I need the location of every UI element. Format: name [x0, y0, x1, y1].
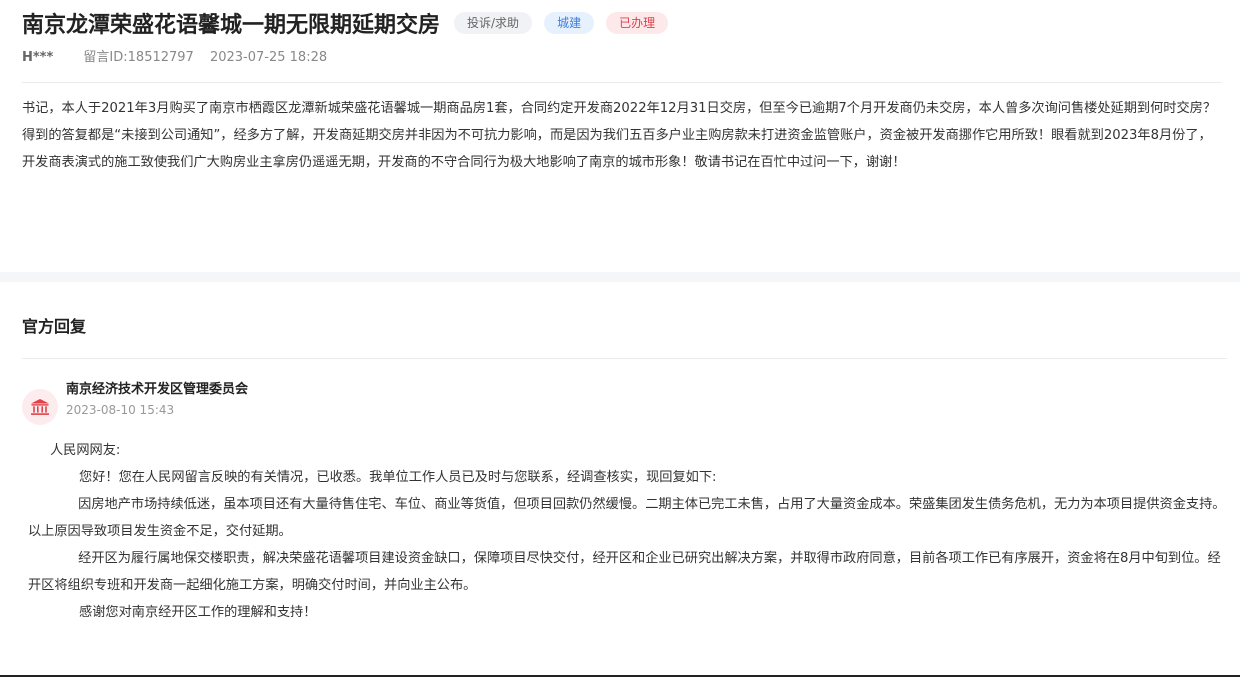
- message-post: 南京龙潭荣盛花语馨城一期无限期延期交房 投诉/求助 城建 已办理 H*** 留言…: [0, 0, 1240, 176]
- reply-paragraph: 因房地产市场持续低迷，虽本项目还有大量待售住宅、车位、商业等货值，但项目回款仍然…: [28, 497, 1226, 539]
- responder: 南京经济技术开发区管理委员会 2023-08-10 15:43: [22, 381, 1227, 425]
- reply-heading: 官方回复: [22, 317, 87, 336]
- message-body: 书记，本人于2021年3月购买了南京市栖霞区龙潭新城荣盛花语馨城一期商品房1套，…: [22, 101, 1217, 170]
- reply-paragraph: 您好！您在人民网留言反映的有关情况，已收悉。我单位工作人员已及时与您联系，经调查…: [79, 470, 717, 485]
- official-reply: 官方回复 南京经济技术开发区管理委员会 2023-08-10 15:43 人民网…: [22, 282, 1227, 626]
- title-row: 南京龙潭荣盛花语馨城一期无限期延期交房 投诉/求助 城建 已办理: [22, 8, 1222, 38]
- reply-date: 2023-08-10 15:43: [66, 403, 175, 417]
- message-page: 南京龙潭荣盛花语馨城一期无限期延期交房 投诉/求助 城建 已办理 H*** 留言…: [0, 0, 1240, 677]
- reply-body: 人民网网友: 您好！您在人民网留言反映的有关情况，已收悉。我单位工作人员已及时与…: [28, 437, 1228, 626]
- status-badge: 已办理: [606, 12, 669, 34]
- responder-info: 南京经济技术开发区管理委员会 2023-08-10 15:43: [66, 381, 248, 425]
- government-building-icon: [22, 389, 58, 425]
- author-name: H***: [22, 50, 54, 65]
- section-separator: [0, 272, 1240, 282]
- post-meta: H*** 留言ID:18512797 2023-07-25 18:28: [22, 48, 1222, 68]
- responder-name: 南京经济技术开发区管理委员会: [66, 382, 249, 397]
- reply-paragraph: 感谢您对南京经开区工作的理解和支持！: [79, 605, 317, 620]
- reply-greeting: 人民网网友:: [50, 443, 121, 458]
- reply-paragraph: 经开区为履行属地保交楼职责，解决荣盛花语馨项目建设资金缺口，保障项目尽快交付，经…: [28, 551, 1221, 593]
- category-tag[interactable]: 城建: [544, 12, 595, 34]
- divider: [22, 82, 1222, 83]
- page-title: 南京龙潭荣盛花语馨城一期无限期延期交房: [22, 13, 441, 38]
- post-date: 2023-07-25 18:28: [209, 50, 328, 65]
- type-tag[interactable]: 投诉/求助: [454, 12, 533, 34]
- message-id: 留言ID:18512797: [83, 50, 194, 65]
- divider: [22, 358, 1227, 359]
